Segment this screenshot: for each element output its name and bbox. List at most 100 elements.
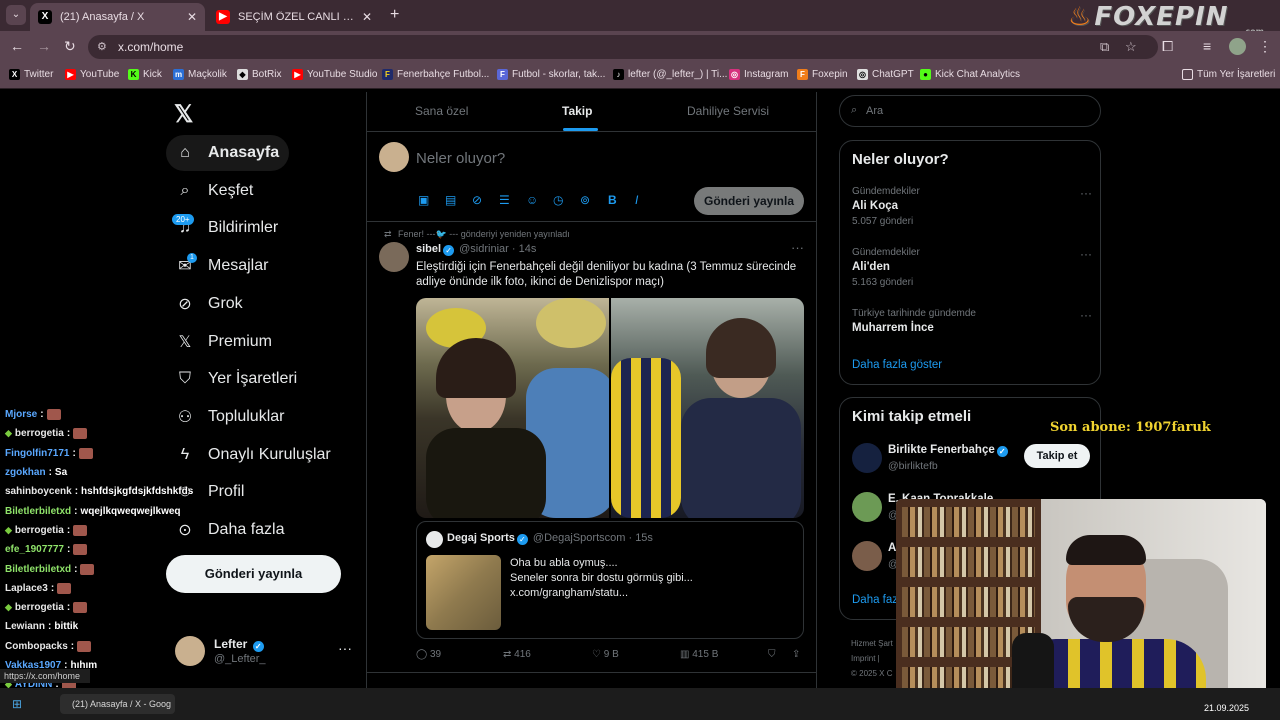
- media-icon[interactable]: ≡: [1203, 38, 1211, 54]
- trend-item[interactable]: Türkiye tarihinde gündemde Muharrem İnce…: [852, 308, 1092, 334]
- tweet-time[interactable]: 14s: [519, 243, 537, 255]
- location-icon[interactable]: ⊚: [580, 193, 590, 207]
- new-tab-button[interactable]: +: [390, 6, 399, 24]
- more-icon[interactable]: ···: [791, 240, 804, 255]
- bookmark-item[interactable]: X Twitter: [9, 69, 53, 80]
- bookmark-item[interactable]: ▶ YouTube Studio: [292, 69, 377, 80]
- tab-following[interactable]: Takip: [562, 104, 592, 118]
- bookmark-item[interactable]: F Fenerbahçe Futbol...: [382, 69, 489, 80]
- italic-icon[interactable]: I: [635, 193, 638, 207]
- bookmark-item[interactable]: ♪ lefter (@_lefter_) | Ti...: [613, 69, 727, 80]
- like-button[interactable]: ♡ 9 B: [592, 649, 619, 660]
- bookmark-item[interactable]: F Foxepin: [797, 69, 848, 80]
- bookmark-icon[interactable]: ⛉: [768, 649, 776, 660]
- x-logo[interactable]: 𝕏: [174, 100, 193, 129]
- close-icon[interactable]: ✕: [362, 10, 372, 24]
- nav-messages[interactable]: ✉ Mesajlar: [166, 248, 278, 284]
- more-icon[interactable]: ···: [1080, 186, 1092, 200]
- avatar: [426, 531, 443, 548]
- bookmark-item[interactable]: ◆ BotRix: [237, 69, 281, 80]
- extensions-icon[interactable]: ⧠: [1162, 38, 1173, 55]
- chart-icon: ▥: [680, 649, 690, 660]
- taskbar: ⊞ (21) Anasayfa / X - Goog 21.09.2025: [0, 688, 1280, 720]
- tweet-photo[interactable]: [416, 298, 609, 518]
- chat-username: berrogetia: [14, 524, 64, 536]
- chat-username: Laplace3: [5, 582, 48, 594]
- nav-bookmarks[interactable]: ⛉ Yer İşaretleri: [166, 361, 307, 397]
- follow-button[interactable]: Takip et: [1024, 444, 1090, 468]
- poll-icon[interactable]: ☰: [499, 193, 510, 207]
- nav-explore[interactable]: ⌕ Keşfet: [166, 173, 263, 209]
- tweet-handle[interactable]: @sidriniar: [459, 243, 509, 255]
- tweet-author[interactable]: sibel: [416, 243, 441, 255]
- search-box[interactable]: ⌕ Ara: [839, 95, 1101, 127]
- tab-search-button[interactable]: ⌄: [6, 5, 26, 25]
- taskbar-window-button[interactable]: (21) Anasayfa / X - Goog: [60, 694, 175, 714]
- site-info-icon[interactable]: ⚙: [97, 40, 107, 53]
- bookmark-item[interactable]: ◎ ChatGPT: [857, 69, 914, 80]
- tab-list[interactable]: Dahiliye Servisi: [687, 104, 769, 118]
- share-icon[interactable]: ⇪: [792, 649, 800, 660]
- bookmark-item[interactable]: m Maçkolik: [173, 69, 227, 80]
- verified-icon: ✓: [996, 446, 1008, 457]
- nav-home[interactable]: ⌂ Anasayfa: [166, 135, 290, 171]
- nav-grok[interactable]: ⊘ Grok: [166, 286, 253, 322]
- bookmark-item[interactable]: ▶ YouTube: [65, 69, 119, 80]
- bookmark-item[interactable]: K Kick: [128, 69, 162, 80]
- show-more-link[interactable]: Daha fazla göster: [852, 359, 942, 371]
- heart-icon: ♡: [592, 649, 601, 660]
- trend-item[interactable]: Gündemdekiler Ali Koça 5.057 gönderi ···: [852, 186, 1092, 227]
- repost-button[interactable]: ⇄ 416: [503, 649, 531, 660]
- tweet-photo[interactable]: [611, 298, 804, 518]
- reply-button[interactable]: ◯ 39: [416, 649, 441, 660]
- avatar[interactable]: [379, 242, 409, 272]
- grok-icon[interactable]: ⊘: [472, 193, 482, 207]
- schedule-icon[interactable]: ◷: [553, 193, 563, 207]
- forward-icon[interactable]: →: [37, 38, 51, 54]
- tab-x-home[interactable]: X (21) Anasayfa / X ✕: [30, 3, 205, 31]
- who-to-follow-title: Kimi takip etmeli: [852, 408, 972, 425]
- more-icon[interactable]: ···: [1080, 308, 1092, 322]
- trend-item[interactable]: Gündemdekiler Ali'den 5.163 gönderi ···: [852, 247, 1092, 288]
- bookmark-item[interactable]: ◎ Instagram: [729, 69, 788, 80]
- emoji-icon[interactable]: ☺: [526, 193, 538, 207]
- chat-message: zgokhan: Sa: [5, 467, 68, 479]
- more-icon[interactable]: ···: [338, 640, 352, 656]
- menu-icon[interactable]: ⋮: [1258, 38, 1272, 55]
- search-input[interactable]: Ara: [866, 105, 883, 117]
- compose-post-button[interactable]: Gönderi yayınla: [694, 187, 804, 215]
- star-icon[interactable]: ☆: [1125, 39, 1137, 55]
- repost-icon: ⇄: [384, 229, 392, 239]
- profile-avatar[interactable]: [1229, 38, 1246, 55]
- address-bar[interactable]: ⚙ x.com/home ⧉ ☆: [88, 35, 1158, 59]
- windows-start-icon[interactable]: ⊞: [12, 697, 22, 711]
- avatar: [852, 443, 882, 473]
- chat-username: Fingolfin7171: [5, 447, 70, 459]
- tab-for-you[interactable]: Sana özel: [415, 104, 468, 118]
- install-app-icon[interactable]: ⧉: [1100, 39, 1109, 55]
- gif-icon[interactable]: ▤: [445, 193, 456, 207]
- all-bookmarks[interactable]: Tüm Yer İşaretleri: [1182, 69, 1275, 80]
- tweet[interactable]: ⇄ Fener! ---🐦 --- gönderiyi yeniden yayın…: [367, 223, 816, 673]
- more-icon[interactable]: ···: [1080, 247, 1092, 261]
- instagram-icon: ◎: [729, 69, 740, 80]
- emote-icon: [78, 447, 93, 459]
- show-more-link[interactable]: Daha faz: [852, 594, 898, 606]
- account-switcher[interactable]: Lefter ✓ @_Lefter_ ···: [175, 636, 360, 670]
- tab-youtube[interactable]: ▶ SEÇİM ÖZEL CANLI | Kulübü ✕: [208, 3, 380, 31]
- subscriber-badge-icon: ◆: [5, 428, 12, 439]
- compose-input[interactable]: Neler oluyor?: [416, 150, 505, 167]
- back-icon[interactable]: ←: [10, 38, 24, 54]
- views-button[interactable]: ▥ 415 B: [680, 649, 718, 660]
- reload-icon[interactable]: ↻: [64, 38, 76, 55]
- bookmark-item[interactable]: ● Kick Chat Analytics: [920, 69, 1020, 80]
- bookmark-item[interactable]: F Futbol - skorlar, tak...: [497, 69, 605, 80]
- bold-icon[interactable]: B: [608, 193, 617, 207]
- image-icon[interactable]: ▣: [418, 193, 429, 207]
- follow-suggestion[interactable]: Birlikte Fenerbahçe ✓ @birliktefb Takip e…: [852, 442, 1092, 476]
- close-icon[interactable]: ✕: [187, 10, 197, 24]
- nav-premium[interactable]: 𝕏 Premium: [166, 324, 282, 360]
- youtube-studio-icon: ▶: [292, 69, 303, 80]
- quoted-tweet[interactable]: Degaj Sports ✓ @DegajSportscom · 15s Oha …: [416, 521, 804, 639]
- foxepin-logo: ♨FOXEPIN .com: [1068, 2, 1268, 36]
